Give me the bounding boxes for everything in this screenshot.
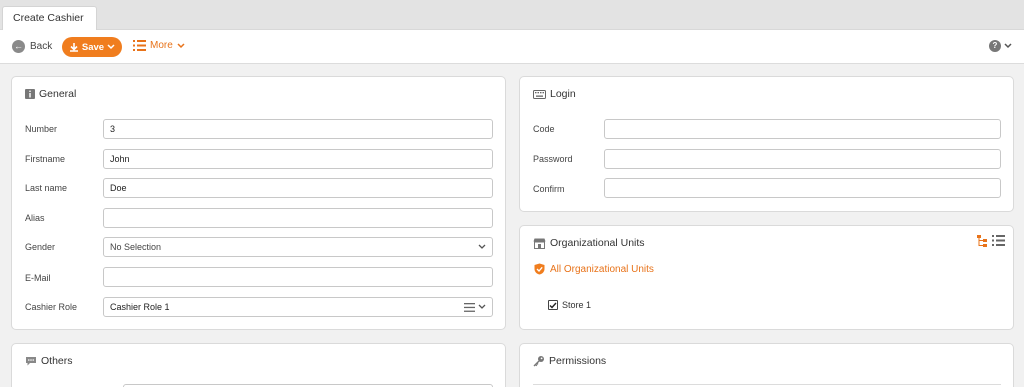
chevron-down-icon xyxy=(177,42,185,48)
firstname-label: Firstname xyxy=(25,154,66,164)
login-card: Login Code Password Confirm xyxy=(519,76,1014,212)
key-icon xyxy=(533,356,544,367)
save-button[interactable]: Save xyxy=(62,37,122,57)
check-icon xyxy=(549,302,557,309)
menu-icon xyxy=(464,302,475,312)
more-label: More xyxy=(150,40,173,51)
permissions-title: Permissions xyxy=(533,355,606,367)
back-label: Back xyxy=(30,41,53,52)
tree-view-icon[interactable] xyxy=(977,235,991,247)
toolbar: ← Back Save More ? xyxy=(0,30,1024,64)
gender-select[interactable]: No Selection xyxy=(103,237,493,257)
lastname-label: Last name xyxy=(25,183,68,193)
alias-field[interactable] xyxy=(103,208,493,228)
back-button[interactable]: ← Back xyxy=(12,40,52,53)
password-field[interactable] xyxy=(604,149,1001,169)
firstname-field[interactable]: John xyxy=(103,149,493,169)
tab-bar: Create Cashier xyxy=(0,0,1024,31)
keyboard-icon xyxy=(533,89,546,99)
shield-check-icon xyxy=(534,263,545,275)
confirm-label: Confirm xyxy=(533,184,565,194)
chat-icon xyxy=(26,357,36,366)
lastname-field[interactable]: Doe xyxy=(103,178,493,198)
arrow-left-icon: ← xyxy=(12,40,25,53)
more-button[interactable]: More xyxy=(133,40,185,51)
store-checkbox[interactable] xyxy=(548,300,558,310)
view-toggle[interactable] xyxy=(977,235,1005,247)
password-label: Password xyxy=(533,154,573,164)
list-view-icon[interactable] xyxy=(992,235,1005,246)
chevron-down-icon xyxy=(107,44,115,50)
help-icon: ? xyxy=(989,40,1001,52)
number-field[interactable]: 3 xyxy=(103,119,493,139)
help-button[interactable]: ? xyxy=(989,40,1012,52)
number-label: Number xyxy=(25,124,58,134)
cashier-role-label: Cashier Role xyxy=(25,302,78,312)
permissions-divider xyxy=(533,384,1001,385)
store-icon xyxy=(533,238,546,249)
confirm-field[interactable] xyxy=(604,178,1001,198)
info-icon xyxy=(25,89,35,99)
save-label: Save xyxy=(81,41,105,53)
store-label: Store 1 xyxy=(562,300,592,310)
gender-label: Gender xyxy=(25,242,56,252)
tab-create-cashier[interactable]: Create Cashier xyxy=(2,6,97,31)
permissions-card: Permissions xyxy=(519,343,1014,387)
chevron-down-icon xyxy=(1004,43,1012,49)
others-title: Others xyxy=(25,355,73,367)
all-org-units-link[interactable]: All Organizational Units xyxy=(534,263,654,275)
chevron-down-icon xyxy=(478,244,486,249)
chevron-down-icon xyxy=(478,304,486,309)
alias-label: Alias xyxy=(25,213,45,223)
email-field[interactable] xyxy=(103,267,493,287)
general-title: General xyxy=(25,88,76,100)
org-units-card: Organizational Units All Organizational … xyxy=(519,225,1014,330)
general-card: General Number 3 Firstname John Last nam… xyxy=(11,76,506,330)
org-unit-item[interactable]: Store 1 xyxy=(548,300,591,310)
download-icon xyxy=(69,43,78,52)
others-card: Others xyxy=(11,343,506,387)
code-field[interactable] xyxy=(604,119,1001,139)
code-label: Code xyxy=(533,124,555,134)
org-units-title: Organizational Units xyxy=(533,237,645,249)
login-title: Login xyxy=(533,88,576,100)
role-select-controls xyxy=(464,302,486,312)
email-label: E-Mail xyxy=(25,273,51,283)
cashier-role-select[interactable]: Cashier Role 1 xyxy=(103,297,493,317)
list-icon xyxy=(133,40,146,51)
